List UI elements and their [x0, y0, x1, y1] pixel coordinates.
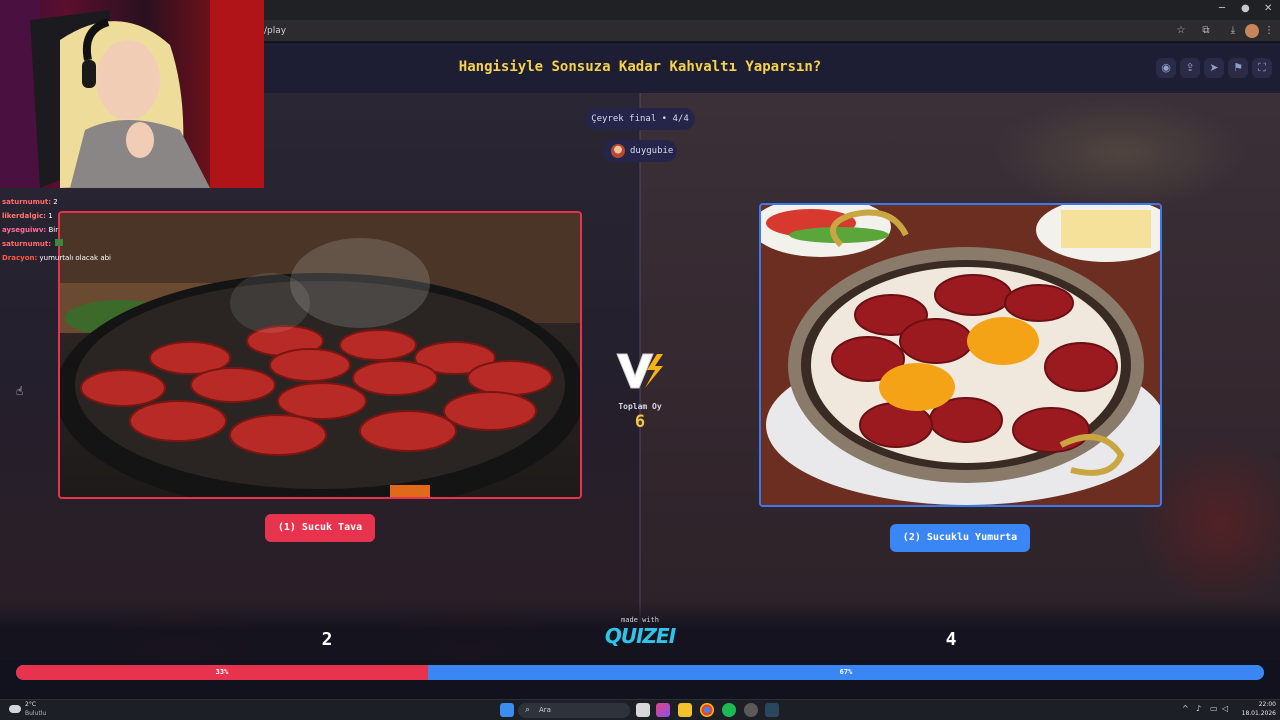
- chat-username: saturnumut:: [2, 240, 52, 248]
- share-icon[interactable]: ⇪: [1180, 58, 1200, 78]
- chat-text: yumurtalı olacak abi: [39, 254, 112, 262]
- obs-icon[interactable]: [744, 703, 758, 717]
- spotify-icon[interactable]: [722, 703, 736, 717]
- weather-temperature[interactable]: 2°C: [25, 701, 36, 708]
- clock-date[interactable]: 18.01.2026: [1236, 710, 1276, 717]
- chat-username: Dracyon:: [2, 254, 38, 262]
- search-icon: ⌕: [525, 705, 531, 715]
- chat-text: Bir: [48, 226, 59, 234]
- hand-cursor-icon: ☝: [16, 384, 24, 398]
- bookmark-star-icon[interactable]: ☆: [1174, 24, 1188, 38]
- chat-text: 2: [53, 198, 58, 206]
- menu-dots-icon[interactable]: ⋮: [1262, 24, 1276, 38]
- option-1-percent: 33%: [215, 668, 229, 676]
- option-1-vote-count: 2: [321, 629, 333, 650]
- task-view-icon[interactable]: [636, 703, 650, 717]
- vs-lightning-icon: [616, 353, 663, 389]
- weather-description[interactable]: Bulutlu: [25, 710, 46, 717]
- extensions-icon[interactable]: ⧉: [1199, 24, 1213, 38]
- chat-message: Dracyon: yumurtalı olacak abi: [2, 251, 202, 265]
- search-placeholder: Ara: [539, 706, 551, 714]
- microphone-icon[interactable]: ♪: [1196, 704, 1201, 713]
- fullscreen-icon[interactable]: ⛶: [1252, 58, 1272, 78]
- flag-icon[interactable]: ⚑: [1228, 58, 1248, 78]
- streamer-video: [0, 0, 264, 188]
- taskbar: 2°C Bulutlu ⌕ Ara ^ ♪ ▭ ◁ 22:00 18.01.20…: [0, 699, 1280, 720]
- volume-icon[interactable]: ◁: [1222, 704, 1228, 713]
- emote-icon: [55, 239, 64, 246]
- chat-username: ayseguiwv:: [2, 226, 47, 234]
- cloud-icon[interactable]: [9, 705, 21, 713]
- round-badge: Çeyrek final • 4/4: [585, 108, 695, 130]
- file-explorer-icon[interactable]: [678, 703, 692, 717]
- webcam-overlay: [0, 0, 264, 188]
- creator-avatar: [611, 144, 625, 158]
- chat-overlay: saturnumut: 2 likerdalgic: 1 ayseguiwv: …: [2, 195, 202, 265]
- chat-username: likerdalgic:: [2, 212, 46, 220]
- chat-message: likerdalgic: 1: [2, 209, 202, 223]
- close-icon[interactable]: ✕: [1264, 3, 1272, 14]
- chat-message: saturnumut:: [2, 237, 202, 251]
- profile-avatar[interactable]: [1245, 24, 1259, 38]
- brand-logo[interactable]: QUIZEI: [600, 624, 680, 648]
- chat-message: saturnumut: 2: [2, 195, 202, 209]
- chat-text: 1: [48, 212, 53, 220]
- screen: ─ ● ✕ /play ☆ ⧉ ⤓ ⋮ Hangisiyle Sonsuza K…: [0, 0, 1280, 720]
- gallery-app-icon[interactable]: [656, 703, 670, 717]
- bottom-shade: [0, 600, 1280, 700]
- network-icon[interactable]: ▭: [1210, 704, 1218, 713]
- total-votes-label: Toplam Oy: [618, 402, 662, 411]
- send-icon[interactable]: ➤: [1204, 58, 1224, 78]
- result-bar: 33% 67%: [16, 665, 1264, 680]
- start-menu-icon[interactable]: [500, 703, 514, 717]
- option-1-button[interactable]: (1) Sucuk Tava: [265, 514, 375, 542]
- url-text[interactable]: /play: [264, 26, 286, 36]
- tray-chevron-icon[interactable]: ^: [1182, 704, 1189, 713]
- download-icon[interactable]: ⤓: [1226, 24, 1240, 38]
- maximize-icon[interactable]: ●: [1241, 3, 1250, 14]
- chat-username: saturnumut:: [2, 198, 52, 206]
- option-2-button[interactable]: (2) Sucuklu Yumurta: [890, 524, 1030, 552]
- taskbar-search[interactable]: ⌕ Ara: [518, 703, 630, 718]
- sucuklu-yumurta-image: [761, 205, 1160, 505]
- chrome-icon[interactable]: [700, 703, 714, 717]
- creator-badge[interactable]: duygubie: [603, 140, 677, 162]
- steam-icon[interactable]: [765, 703, 779, 717]
- made-with-label: made with: [621, 616, 659, 624]
- option-2-card[interactable]: [759, 203, 1162, 507]
- clock-time[interactable]: 22:00: [1246, 701, 1276, 708]
- option-2-vote-count: 4: [945, 629, 957, 650]
- eye-icon[interactable]: ◉: [1156, 58, 1176, 78]
- minimize-icon[interactable]: ─: [1219, 3, 1225, 14]
- creator-name: duygubie: [630, 146, 674, 156]
- option-2-percent: 67%: [839, 668, 853, 676]
- chat-message: ayseguiwv: Bir: [2, 223, 202, 237]
- total-votes-value: 6: [634, 412, 646, 432]
